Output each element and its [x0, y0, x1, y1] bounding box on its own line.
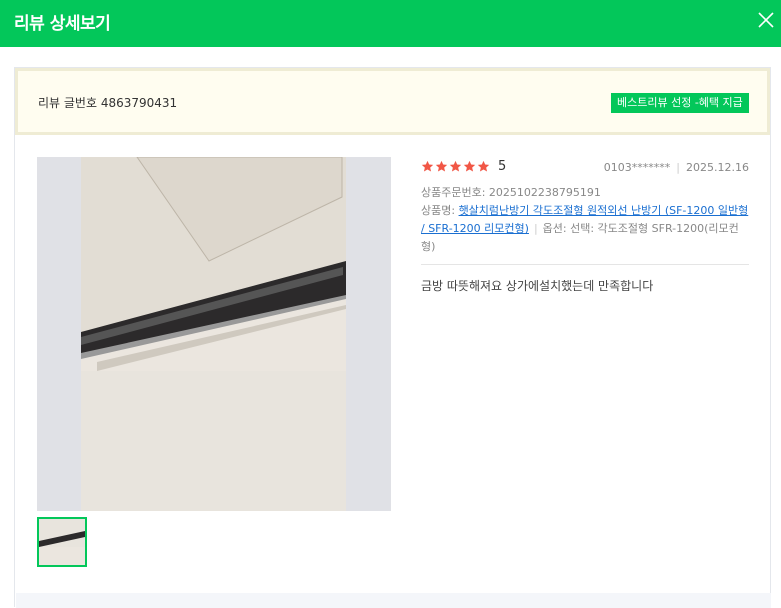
rating-score: 5	[498, 159, 507, 174]
author-id: 0103*******	[603, 161, 671, 174]
modal-body: 리뷰 글번호 4863790431 베스트리뷰 선정 -혜택 지급 5 0103…	[0, 47, 781, 608]
order-number: 상품주문번호: 2025102238795191	[421, 186, 601, 199]
close-icon[interactable]	[757, 11, 775, 29]
product-label: 상품명:	[421, 204, 459, 217]
meta-divider: |	[676, 161, 681, 174]
star-rating	[421, 160, 490, 174]
star-icon	[449, 160, 462, 172]
review-meta: 0103******* | 2025.12.16	[604, 161, 749, 174]
star-icon	[421, 160, 434, 172]
card-footer	[16, 593, 771, 608]
star-icon	[435, 160, 448, 172]
modal-header: 리뷰 상세보기	[0, 0, 781, 47]
product-info: 상품명: 햇살치럼난방기 각도조절형 원적외선 난방기 (SF-1200 일반형…	[421, 202, 749, 256]
review-number: 리뷰 글번호 4863790431	[38, 96, 178, 110]
star-icon	[463, 160, 476, 172]
review-content: 금방 따뜻해져요 상가에설치했는데 만족합니다	[421, 279, 654, 293]
divider	[421, 264, 749, 265]
review-date: 2025.12.16	[686, 161, 749, 174]
product-divider: |	[533, 222, 538, 235]
review-card: 리뷰 글번호 4863790431 베스트리뷰 선정 -혜택 지급 5 0103…	[14, 67, 771, 608]
modal-title: 리뷰 상세보기	[14, 14, 111, 34]
review-photo[interactable]	[37, 157, 391, 511]
best-review-badge: 베스트리뷰 선정 -혜택 지급	[611, 93, 749, 113]
review-number-bar: 리뷰 글번호 4863790431 베스트리뷰 선정 -혜택 지급	[15, 68, 770, 135]
star-icon	[477, 160, 490, 172]
review-photo-thumbnail[interactable]	[37, 517, 87, 567]
